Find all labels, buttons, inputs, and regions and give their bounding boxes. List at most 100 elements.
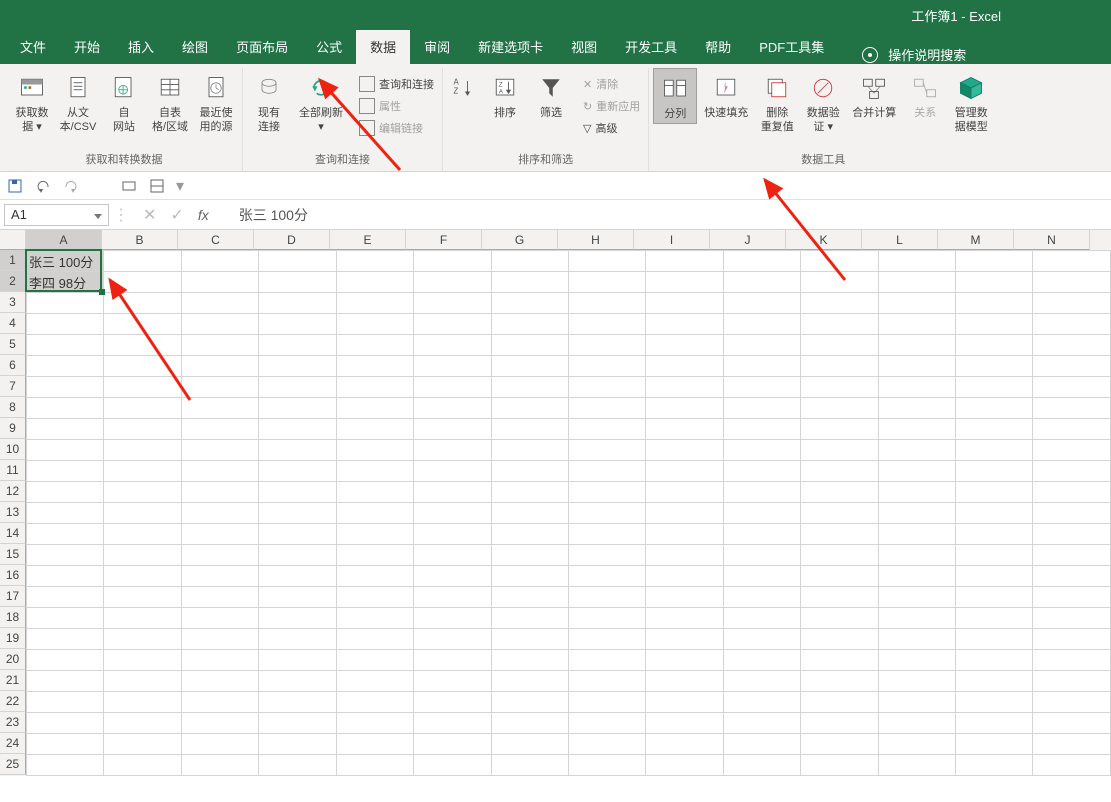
cell-C10[interactable]: [181, 440, 258, 461]
cell-B3[interactable]: [104, 293, 181, 314]
cell-N17[interactable]: [1033, 587, 1111, 608]
cell-N21[interactable]: [1033, 671, 1111, 692]
cell-M14[interactable]: [956, 524, 1033, 545]
queries-connections-button[interactable]: 查询和连接: [355, 74, 438, 94]
cell-N19[interactable]: [1033, 629, 1111, 650]
cell-C13[interactable]: [181, 503, 258, 524]
cell-C2[interactable]: [181, 272, 258, 293]
cell-G10[interactable]: [491, 440, 568, 461]
cell-H21[interactable]: [568, 671, 645, 692]
cell-H25[interactable]: [568, 755, 645, 776]
cell-C14[interactable]: [181, 524, 258, 545]
cell-A7[interactable]: [27, 377, 104, 398]
cell-F1[interactable]: [414, 251, 491, 272]
cell-D12[interactable]: [259, 482, 336, 503]
edit-links-button[interactable]: 编辑链接: [355, 118, 438, 138]
cell-F24[interactable]: [414, 734, 491, 755]
cell-H11[interactable]: [568, 461, 645, 482]
column-header-B[interactable]: B: [102, 230, 178, 250]
cell-K13[interactable]: [801, 503, 878, 524]
cell-B10[interactable]: [104, 440, 181, 461]
cell-G2[interactable]: [491, 272, 568, 293]
cell-J5[interactable]: [723, 335, 800, 356]
cell-C21[interactable]: [181, 671, 258, 692]
cell-M11[interactable]: [956, 461, 1033, 482]
cell-E22[interactable]: [336, 692, 413, 713]
cell-E10[interactable]: [336, 440, 413, 461]
cell-C20[interactable]: [181, 650, 258, 671]
tab-insert[interactable]: 插入: [114, 28, 168, 64]
cell-J9[interactable]: [723, 419, 800, 440]
cell-B24[interactable]: [104, 734, 181, 755]
cell-I25[interactable]: [646, 755, 723, 776]
cell-F4[interactable]: [414, 314, 491, 335]
cell-I5[interactable]: [646, 335, 723, 356]
cell-E9[interactable]: [336, 419, 413, 440]
cell-H17[interactable]: [568, 587, 645, 608]
cell-K18[interactable]: [801, 608, 878, 629]
cell-F16[interactable]: [414, 566, 491, 587]
cell-B19[interactable]: [104, 629, 181, 650]
cell-A20[interactable]: [27, 650, 104, 671]
cell-K22[interactable]: [801, 692, 878, 713]
column-header-E[interactable]: E: [330, 230, 406, 250]
cell-A9[interactable]: [27, 419, 104, 440]
cell-A2[interactable]: 李四 98分: [27, 272, 104, 293]
existing-connections-button[interactable]: 现有 连接: [247, 68, 291, 136]
cell-C7[interactable]: [181, 377, 258, 398]
cell-A11[interactable]: [27, 461, 104, 482]
cell-K19[interactable]: [801, 629, 878, 650]
cell-K20[interactable]: [801, 650, 878, 671]
cell-G1[interactable]: [491, 251, 568, 272]
cell-A5[interactable]: [27, 335, 104, 356]
cell-F19[interactable]: [414, 629, 491, 650]
advanced-filter-button[interactable]: ▽高级: [579, 118, 644, 138]
cell-K3[interactable]: [801, 293, 878, 314]
cell-F2[interactable]: [414, 272, 491, 293]
cell-E17[interactable]: [336, 587, 413, 608]
cell-K21[interactable]: [801, 671, 878, 692]
cell-G4[interactable]: [491, 314, 568, 335]
cell-D15[interactable]: [259, 545, 336, 566]
row-header-2[interactable]: 2: [0, 271, 26, 292]
cell-M2[interactable]: [956, 272, 1033, 293]
cell-D10[interactable]: [259, 440, 336, 461]
cell-B9[interactable]: [104, 419, 181, 440]
cell-F17[interactable]: [414, 587, 491, 608]
cell-M24[interactable]: [956, 734, 1033, 755]
cell-L11[interactable]: [878, 461, 955, 482]
cell-I13[interactable]: [646, 503, 723, 524]
cell-J16[interactable]: [723, 566, 800, 587]
cell-M16[interactable]: [956, 566, 1033, 587]
cell-N9[interactable]: [1033, 419, 1111, 440]
cell-B15[interactable]: [104, 545, 181, 566]
column-header-G[interactable]: G: [482, 230, 558, 250]
cell-D18[interactable]: [259, 608, 336, 629]
cell-G13[interactable]: [491, 503, 568, 524]
cell-N12[interactable]: [1033, 482, 1111, 503]
column-header-H[interactable]: H: [558, 230, 634, 250]
cell-C6[interactable]: [181, 356, 258, 377]
row-header-6[interactable]: 6: [0, 355, 26, 376]
cell-C15[interactable]: [181, 545, 258, 566]
cell-N20[interactable]: [1033, 650, 1111, 671]
cell-H20[interactable]: [568, 650, 645, 671]
cell-D17[interactable]: [259, 587, 336, 608]
get-data-button[interactable]: 获取数 据 ▾: [10, 68, 54, 136]
manage-model-button[interactable]: 管理数 据模型: [949, 68, 993, 136]
cell-C19[interactable]: [181, 629, 258, 650]
cell-A10[interactable]: [27, 440, 104, 461]
cell-I6[interactable]: [646, 356, 723, 377]
cell-H24[interactable]: [568, 734, 645, 755]
cell-H2[interactable]: [568, 272, 645, 293]
cell-G24[interactable]: [491, 734, 568, 755]
row-header-22[interactable]: 22: [0, 691, 26, 712]
row-header-13[interactable]: 13: [0, 502, 26, 523]
cell-L17[interactable]: [878, 587, 955, 608]
cell-I2[interactable]: [646, 272, 723, 293]
tab-draw[interactable]: 绘图: [168, 28, 222, 64]
filter-button[interactable]: 筛选: [529, 68, 573, 122]
tab-help[interactable]: 帮助: [691, 28, 745, 64]
cell-J3[interactable]: [723, 293, 800, 314]
cell-H13[interactable]: [568, 503, 645, 524]
